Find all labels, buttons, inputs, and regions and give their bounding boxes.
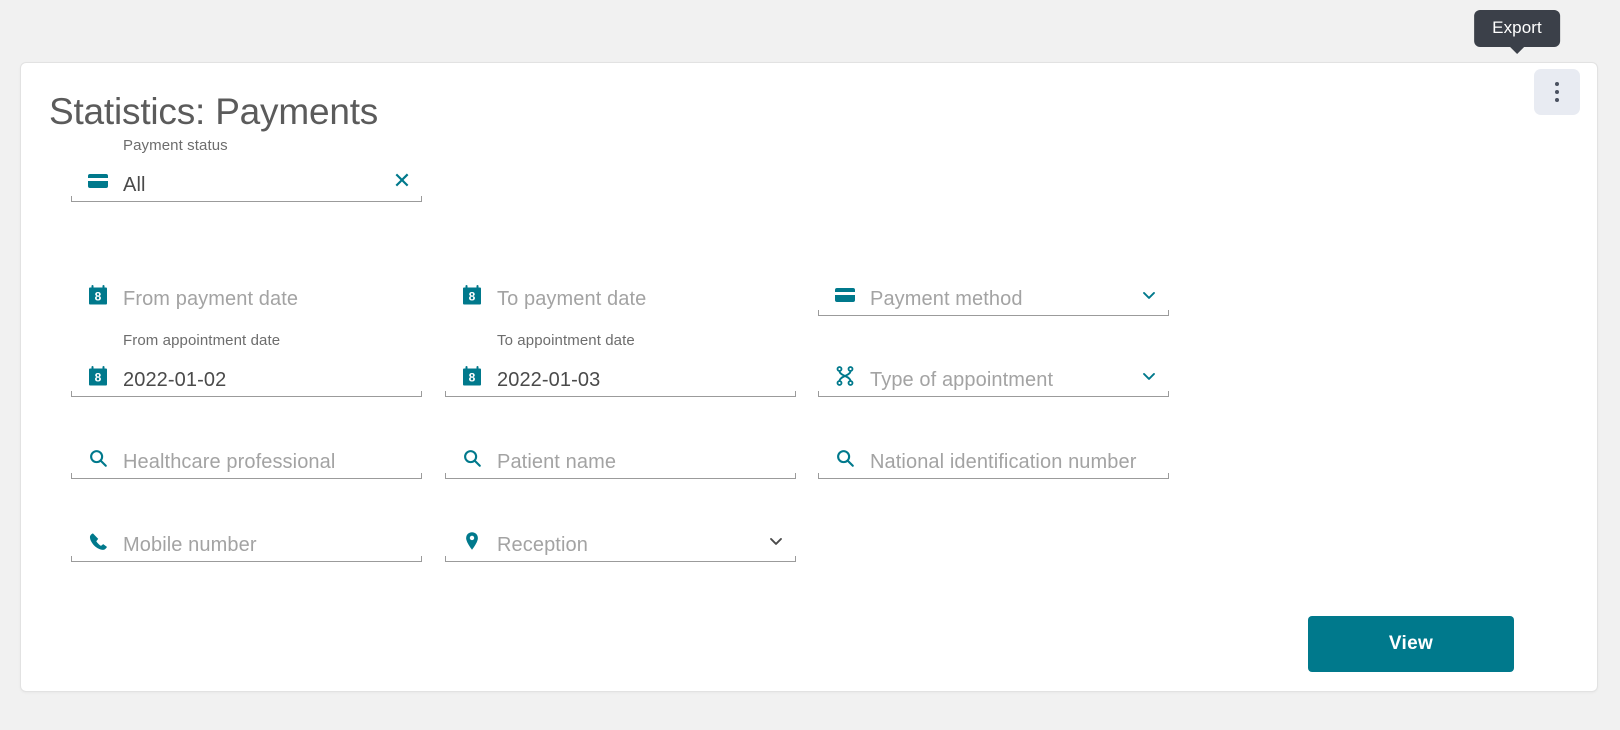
statistics-card: Statistics: Payments Payment status All … [20,62,1598,692]
field-payment-method[interactable]: Payment method [818,252,1169,316]
field-from-payment-date[interactable]: 8 From payment date [71,252,422,315]
calendar-icon: 8 [85,282,111,308]
field-to-appointment-date[interactable]: To appointment date 8 2022-01-03 [445,333,796,397]
calendar-icon: 8 [85,363,111,389]
view-button[interactable]: View [1308,616,1514,672]
export-tooltip-label: Export [1492,18,1542,37]
to-appointment-date-label: To appointment date [497,332,635,349]
chevron-down-icon[interactable] [764,529,788,553]
payment-status-label: Payment status [123,137,228,154]
svg-text:8: 8 [469,290,476,304]
map-pin-icon [459,528,485,554]
chevron-down-icon[interactable] [1137,364,1161,388]
phone-icon [85,528,111,554]
from-appointment-date-label: From appointment date [123,332,281,349]
chevron-down-icon[interactable] [1137,283,1161,307]
svg-text:8: 8 [95,290,102,304]
page-title: Statistics: Payments [49,91,379,132]
field-reception[interactable]: Reception [445,498,796,562]
network-nodes-icon [832,363,858,389]
calendar-icon: 8 [459,363,485,389]
search-icon [85,445,111,471]
export-tooltip: Export [1474,10,1560,54]
close-icon[interactable]: ✕ [390,169,414,193]
tooltip-arrow [1508,46,1525,54]
kebab-dot [1555,82,1559,86]
credit-card-icon [832,282,858,308]
svg-text:8: 8 [469,371,476,385]
kebab-dot [1555,90,1559,94]
kebab-dot [1555,98,1559,102]
field-to-payment-date[interactable]: 8 To payment date [445,252,796,315]
kebab-menu-icon[interactable] [1534,69,1580,115]
field-payment-status[interactable]: Payment status All ✕ [71,138,422,202]
field-patient-name[interactable]: Patient name [445,415,796,479]
search-icon [459,445,485,471]
field-healthcare-professional[interactable]: Healthcare professional [71,415,422,479]
national-identification-number-placeholder: National identification number [870,451,1137,473]
search-icon [832,445,858,471]
credit-card-icon [85,168,111,194]
field-type-of-appointment[interactable]: Type of appointment [818,333,1169,397]
calendar-icon: 8 [459,282,485,308]
field-mobile-number[interactable]: Mobile number [71,498,422,562]
field-from-appointment-date[interactable]: From appointment date 8 2022-01-02 [71,333,422,397]
svg-text:8: 8 [95,371,102,385]
field-national-identification-number[interactable]: National identification number [818,415,1169,479]
